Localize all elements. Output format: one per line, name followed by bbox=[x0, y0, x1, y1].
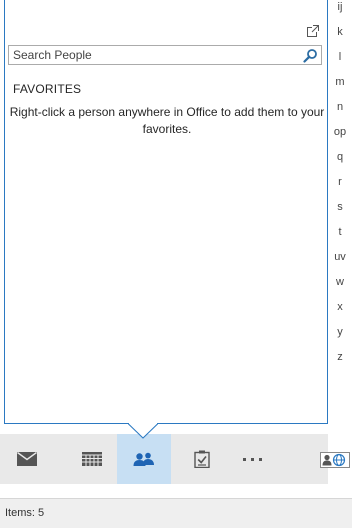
search-people-box bbox=[8, 45, 322, 65]
flyout-pointer bbox=[128, 423, 158, 439]
alpha-index-x[interactable]: x bbox=[328, 300, 352, 314]
contacts-address-book-icon[interactable] bbox=[320, 452, 350, 468]
tasks-icon bbox=[194, 450, 210, 468]
alpha-index-q[interactable]: q bbox=[328, 150, 352, 164]
outlook-window: ij k l m n op q r s t uv w x y z FAVORIT… bbox=[0, 0, 352, 528]
alpha-index-op[interactable]: op bbox=[328, 125, 352, 139]
alpha-index-k[interactable]: k bbox=[328, 25, 352, 39]
nav-more-button[interactable] bbox=[225, 434, 279, 484]
envelope-icon bbox=[17, 452, 37, 466]
search-icon[interactable] bbox=[303, 48, 318, 63]
alpha-index-n[interactable]: n bbox=[328, 100, 352, 114]
favorites-empty-message: Right-click a person anywhere in Office … bbox=[9, 105, 325, 136]
alpha-index-w[interactable]: w bbox=[328, 275, 352, 289]
ellipsis-icon bbox=[242, 457, 262, 461]
alpha-index-z[interactable]: z bbox=[328, 350, 352, 364]
alpha-index-m[interactable]: m bbox=[328, 75, 352, 89]
alphabet-index: ij k l m n op q r s t uv w x y z bbox=[328, 0, 352, 456]
alpha-index-l[interactable]: l bbox=[328, 50, 352, 64]
navigation-bar bbox=[0, 434, 328, 484]
alpha-index-s[interactable]: s bbox=[328, 200, 352, 214]
calendar-icon bbox=[82, 452, 102, 466]
nav-people-button[interactable] bbox=[117, 434, 171, 484]
alpha-index-y[interactable]: y bbox=[328, 325, 352, 339]
people-peek: FAVORITES Right-click a person anywhere … bbox=[4, 0, 328, 424]
people-icon bbox=[133, 452, 154, 466]
alpha-index-ij[interactable]: ij bbox=[328, 0, 352, 14]
nav-mail-button[interactable] bbox=[0, 434, 54, 484]
alpha-index-r[interactable]: r bbox=[328, 175, 352, 189]
search-people-input[interactable] bbox=[9, 46, 299, 64]
nav-calendar-button[interactable] bbox=[65, 434, 119, 484]
pop-out-icon[interactable] bbox=[306, 24, 320, 38]
alpha-index-t[interactable]: t bbox=[328, 225, 352, 239]
favorites-heading: FAVORITES bbox=[13, 82, 82, 96]
status-items-count: Items: 5 bbox=[5, 507, 45, 519]
nav-tasks-button[interactable] bbox=[175, 434, 229, 484]
status-bar: Items: 5 bbox=[0, 499, 352, 528]
alpha-index-uv[interactable]: uv bbox=[328, 250, 352, 264]
